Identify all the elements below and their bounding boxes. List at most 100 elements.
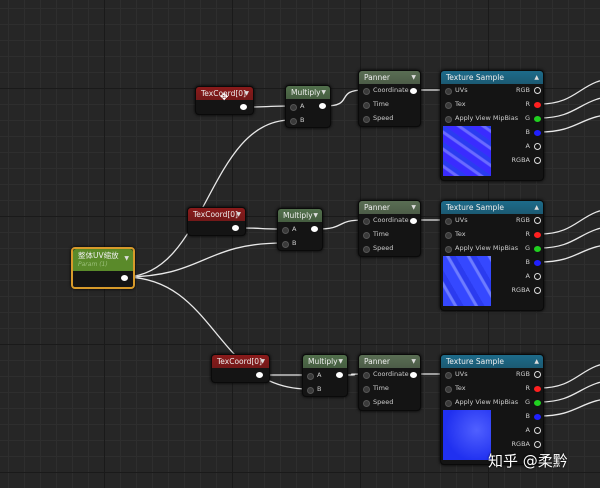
texture-output-pin-rgba[interactable] (534, 441, 541, 448)
multiply-node-header[interactable]: Multiply ▼ (303, 355, 347, 368)
multiply-output-pin[interactable] (336, 372, 343, 378)
texture-output-pin-r[interactable] (534, 102, 541, 108)
multiply-node-header[interactable]: Multiply ▼ (286, 86, 330, 99)
texture-input-pin[interactable] (445, 372, 452, 379)
panner-input-pin-coordinate[interactable] (363, 218, 370, 225)
collapse-arrow-icon[interactable]: ▲ (534, 201, 539, 214)
panner-output-pin[interactable] (410, 218, 417, 224)
texcoord-output-pin[interactable] (240, 104, 247, 110)
texture-output-pin-rgb[interactable] (534, 87, 541, 94)
dropdown-arrow-icon[interactable]: ▼ (244, 87, 249, 100)
texcoord-node-title: TexCoord[0] (217, 357, 262, 366)
panner-node[interactable]: Panner ▼ Coordinate Time Speed (358, 354, 421, 411)
panner-node[interactable]: Panner ▼ Coordinate Time Speed (358, 200, 421, 257)
wire-texture-output (539, 115, 600, 133)
texture-input-pin[interactable] (445, 400, 452, 407)
texture-input-pin[interactable] (445, 386, 452, 393)
texture-output-pin-b[interactable] (534, 260, 541, 266)
dropdown-arrow-icon[interactable]: ▼ (411, 201, 416, 214)
multiply-input-pin-b[interactable] (282, 241, 289, 248)
dropdown-arrow-icon[interactable]: ▼ (321, 86, 326, 99)
texcoord-node[interactable]: TexCoord[0] ▼ (211, 354, 270, 383)
texcoord-node-header[interactable]: TexCoord[0] ▼ (212, 355, 269, 368)
multiply-node-header[interactable]: Multiply ▼ (278, 209, 322, 222)
param-header[interactable]: 整体UV缩放 Param (1) ▼ (73, 249, 133, 271)
texture-output-label: RGBA (511, 286, 530, 294)
multiply-input-pin-a[interactable] (282, 227, 289, 234)
texcoord-output-pin[interactable] (256, 372, 263, 378)
dropdown-arrow-icon[interactable]: ▼ (411, 355, 416, 368)
dropdown-arrow-icon[interactable]: ▼ (313, 209, 318, 222)
texture-input-pin[interactable] (445, 88, 452, 95)
texture-output-pin-g[interactable] (534, 400, 541, 406)
panner-input-pin-speed[interactable] (363, 246, 370, 253)
texcoord-node[interactable]: TexCoord[0] ▼ (187, 207, 246, 236)
texture-output-pin-a[interactable] (534, 427, 541, 434)
texture-sample-node-header[interactable]: Texture Sample ▲ (441, 355, 543, 368)
multiply-node[interactable]: Multiply ▼ A B (285, 85, 331, 128)
texture-output-pin-rgb[interactable] (534, 371, 541, 378)
texture-input-pin[interactable] (445, 232, 452, 239)
texture-output-pin-b[interactable] (534, 130, 541, 136)
wire-texture-output (539, 97, 600, 119)
texture-output-pin-a[interactable] (534, 143, 541, 150)
texture-input-pin[interactable] (445, 102, 452, 109)
move-cursor-icon: ✥ (220, 92, 229, 103)
texture-output-pin-r[interactable] (534, 386, 541, 392)
param-node-uv-scale[interactable]: 整体UV缩放 Param (1) ▼ (71, 247, 135, 289)
collapse-arrow-icon[interactable]: ▲ (534, 355, 539, 368)
panner-node-header[interactable]: Panner ▼ (359, 355, 420, 368)
multiply-node-title: Multiply (291, 88, 321, 97)
panner-node-header[interactable]: Panner ▼ (359, 201, 420, 214)
texcoord-output-pin[interactable] (232, 225, 239, 231)
multiply-input-pin-a[interactable] (290, 104, 297, 111)
texture-output-pin-a[interactable] (534, 273, 541, 280)
texture-output-pin-rgb[interactable] (534, 217, 541, 224)
texture-input-pin[interactable] (445, 218, 452, 225)
panner-node[interactable]: Panner ▼ Coordinate Time Speed (358, 70, 421, 127)
dropdown-arrow-icon[interactable]: ▼ (338, 355, 343, 368)
multiply-node[interactable]: Multiply ▼ A B (277, 208, 323, 251)
multiply-output-pin[interactable] (319, 103, 326, 109)
panner-output-pin[interactable] (410, 88, 417, 94)
texture-input-pin[interactable] (445, 116, 452, 123)
texture-sample-node[interactable]: Texture Sample ▲ UVs Tex Apply View MipBias R… (440, 354, 544, 465)
param-output-pin[interactable] (121, 275, 128, 281)
texture-output-pin-g[interactable] (534, 246, 541, 252)
multiply-node[interactable]: Multiply ▼ A B (302, 354, 348, 397)
dropdown-arrow-icon[interactable]: ▼ (411, 71, 416, 84)
texture-output-pin-r[interactable] (534, 232, 541, 238)
panner-output-pin[interactable] (410, 372, 417, 378)
collapse-arrow-icon[interactable]: ▲ (534, 71, 539, 84)
wire-texture-output (539, 80, 600, 105)
panner-node-header[interactable]: Panner ▼ (359, 71, 420, 84)
panner-input-pin-time[interactable] (363, 232, 370, 239)
texture-sample-node[interactable]: Texture Sample ▲ UVs Tex Apply View MipBias R… (440, 200, 544, 311)
multiply-output-pin[interactable] (311, 226, 318, 232)
texture-input-pin[interactable] (445, 246, 452, 253)
dropdown-arrow-icon[interactable]: ▼ (260, 355, 265, 368)
wire-texture-output (539, 381, 600, 403)
texture-output-label: A (525, 142, 530, 150)
dropdown-arrow-icon[interactable]: ▼ (236, 208, 241, 221)
multiply-input-pin-a[interactable] (307, 373, 314, 380)
panner-input-pin-speed[interactable] (363, 116, 370, 123)
panner-input-pin-time[interactable] (363, 102, 370, 109)
texture-output-pin-rgba[interactable] (534, 157, 541, 164)
panner-input-pin-coordinate[interactable] (363, 88, 370, 95)
texture-sample-node[interactable]: Texture Sample ▲ UVs Tex Apply View MipBias R… (440, 70, 544, 181)
texture-output-pin-rgba[interactable] (534, 287, 541, 294)
panner-input-pin-speed[interactable] (363, 400, 370, 407)
panner-input-pin-time[interactable] (363, 386, 370, 393)
texture-sample-node-header[interactable]: Texture Sample ▲ (441, 201, 543, 214)
multiply-input-pin-b[interactable] (307, 387, 314, 394)
texcoord-node-header[interactable]: TexCoord[0] ▼ (188, 208, 245, 221)
texture-preview-thumbnail (443, 410, 491, 460)
texture-output-pin-g[interactable] (534, 116, 541, 122)
multiply-input-pin-b[interactable] (290, 118, 297, 125)
texture-output-label: G (524, 114, 530, 122)
dropdown-arrow-icon[interactable]: ▼ (124, 254, 129, 263)
texture-output-pin-b[interactable] (534, 414, 541, 420)
panner-input-pin-coordinate[interactable] (363, 372, 370, 379)
texture-sample-node-header[interactable]: Texture Sample ▲ (441, 71, 543, 84)
